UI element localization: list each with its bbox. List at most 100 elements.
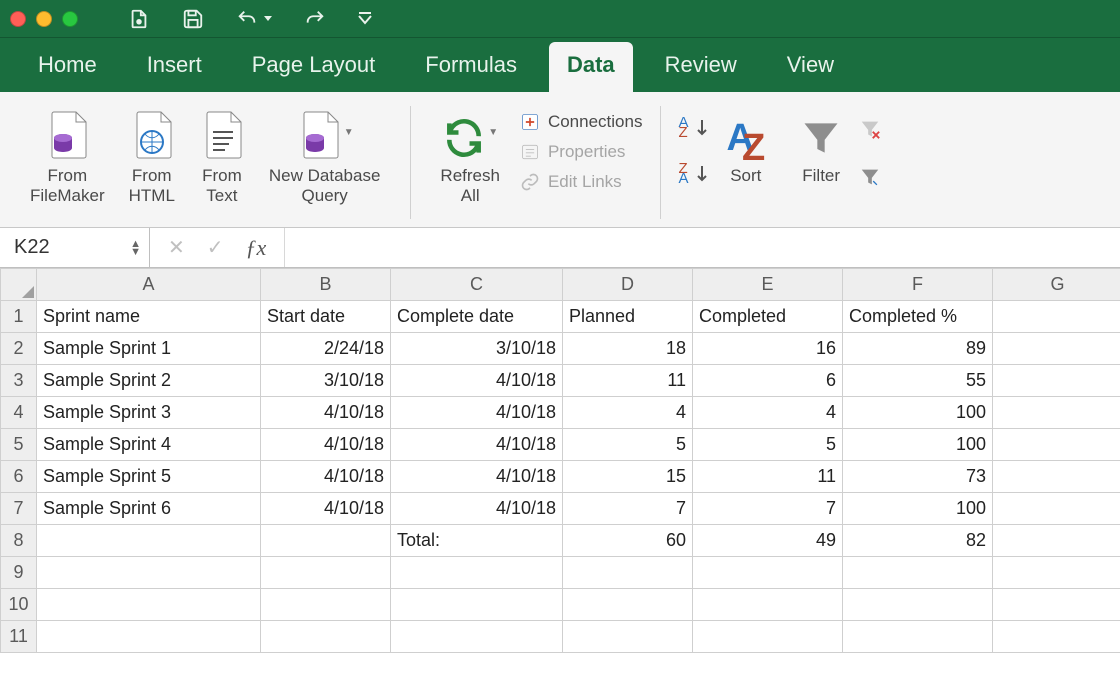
formula-input[interactable] — [284, 228, 1120, 267]
cell[interactable]: 5 — [693, 429, 843, 461]
cell[interactable] — [391, 557, 563, 589]
cell[interactable]: Completed % — [843, 301, 993, 333]
undo-button[interactable] — [236, 8, 272, 30]
cell[interactable] — [563, 557, 693, 589]
cell[interactable] — [261, 557, 391, 589]
window-close-button[interactable] — [10, 11, 26, 27]
new-database-query-button[interactable]: ▼ New DatabaseQuery — [257, 104, 393, 205]
cell[interactable]: 4/10/18 — [261, 493, 391, 525]
cell[interactable] — [37, 525, 261, 557]
cell[interactable] — [993, 493, 1120, 525]
cell[interactable]: 4 — [693, 397, 843, 429]
cell[interactable]: 7 — [563, 493, 693, 525]
cell[interactable]: 15 — [563, 461, 693, 493]
tab-home[interactable]: Home — [20, 42, 115, 92]
cell[interactable] — [993, 397, 1120, 429]
cell[interactable]: 49 — [693, 525, 843, 557]
row-header[interactable]: 5 — [1, 429, 37, 461]
col-header-A[interactable]: A — [37, 269, 261, 301]
cell[interactable] — [693, 557, 843, 589]
tab-data[interactable]: Data — [549, 42, 633, 92]
cell[interactable]: 73 — [843, 461, 993, 493]
cell[interactable]: Total: — [391, 525, 563, 557]
cell[interactable] — [37, 621, 261, 653]
cell[interactable]: 100 — [843, 429, 993, 461]
row-header[interactable]: 7 — [1, 493, 37, 525]
sort-desc-button[interactable]: ZA — [678, 164, 708, 184]
cell[interactable]: 4/10/18 — [261, 461, 391, 493]
cell[interactable]: 18 — [563, 333, 693, 365]
name-box-stepper[interactable]: ▲▼ — [130, 240, 141, 256]
cell[interactable] — [993, 365, 1120, 397]
cell[interactable] — [261, 621, 391, 653]
sort-button[interactable]: AZ Sort — [714, 104, 777, 186]
cell[interactable] — [563, 589, 693, 621]
row-header[interactable]: 9 — [1, 557, 37, 589]
col-header-C[interactable]: C — [391, 269, 563, 301]
cell[interactable]: 82 — [843, 525, 993, 557]
cell[interactable]: Sample Sprint 2 — [37, 365, 261, 397]
row-header[interactable]: 4 — [1, 397, 37, 429]
cell[interactable]: 4/10/18 — [391, 429, 563, 461]
tab-page-layout[interactable]: Page Layout — [234, 42, 394, 92]
cell[interactable] — [993, 333, 1120, 365]
cell[interactable] — [993, 557, 1120, 589]
cell[interactable] — [37, 557, 261, 589]
cell[interactable]: Sample Sprint 3 — [37, 397, 261, 429]
cell[interactable]: Sample Sprint 4 — [37, 429, 261, 461]
cell[interactable]: 89 — [843, 333, 993, 365]
tab-review[interactable]: Review — [647, 42, 755, 92]
cell[interactable]: 100 — [843, 493, 993, 525]
cell[interactable] — [993, 301, 1120, 333]
redo-button[interactable] — [304, 8, 326, 30]
dropdown-caret-icon[interactable] — [264, 15, 272, 23]
col-header-F[interactable]: F — [843, 269, 993, 301]
select-all-corner[interactable] — [1, 269, 37, 301]
window-zoom-button[interactable] — [62, 11, 78, 27]
cell[interactable]: 4/10/18 — [391, 461, 563, 493]
window-minimize-button[interactable] — [36, 11, 52, 27]
save-icon[interactable] — [182, 8, 204, 30]
from-text-button[interactable]: FromText — [187, 104, 257, 205]
cell[interactable] — [391, 589, 563, 621]
cell[interactable] — [993, 589, 1120, 621]
spreadsheet-grid[interactable]: A B C D E F G 1Sprint nameStart dateComp… — [0, 268, 1120, 653]
cell[interactable] — [993, 429, 1120, 461]
cell[interactable]: 6 — [693, 365, 843, 397]
cell[interactable]: 5 — [563, 429, 693, 461]
cell[interactable]: Sample Sprint 6 — [37, 493, 261, 525]
cell[interactable]: Sample Sprint 1 — [37, 333, 261, 365]
cell[interactable]: 4/10/18 — [391, 397, 563, 429]
cell[interactable]: 16 — [693, 333, 843, 365]
row-header[interactable]: 8 — [1, 525, 37, 557]
cell[interactable]: 60 — [563, 525, 693, 557]
from-filemaker-button[interactable]: FromFileMaker — [18, 104, 117, 205]
tab-insert[interactable]: Insert — [129, 42, 220, 92]
cell[interactable]: Completed — [693, 301, 843, 333]
row-header[interactable]: 11 — [1, 621, 37, 653]
cell[interactable]: 4/10/18 — [261, 429, 391, 461]
autosave-icon[interactable] — [128, 8, 150, 30]
cell[interactable]: 11 — [693, 461, 843, 493]
cell[interactable] — [391, 621, 563, 653]
tab-view[interactable]: View — [769, 42, 852, 92]
advanced-filter-button[interactable] — [859, 166, 881, 188]
cell[interactable]: 7 — [693, 493, 843, 525]
cell[interactable]: 3/10/18 — [261, 365, 391, 397]
cell[interactable]: Sample Sprint 5 — [37, 461, 261, 493]
refresh-all-button[interactable]: ▼ RefreshAll — [428, 104, 512, 205]
col-header-D[interactable]: D — [563, 269, 693, 301]
cell[interactable] — [843, 589, 993, 621]
cell[interactable]: 55 — [843, 365, 993, 397]
col-header-B[interactable]: B — [261, 269, 391, 301]
col-header-G[interactable]: G — [993, 269, 1120, 301]
cell[interactable]: 11 — [563, 365, 693, 397]
cell[interactable]: 4 — [563, 397, 693, 429]
dropdown-caret-icon[interactable]: ▼ — [344, 127, 354, 138]
col-header-E[interactable]: E — [693, 269, 843, 301]
cell[interactable] — [993, 621, 1120, 653]
cell[interactable]: Planned — [563, 301, 693, 333]
cell[interactable] — [693, 621, 843, 653]
row-header[interactable]: 1 — [1, 301, 37, 333]
connections-button[interactable]: Connections — [520, 112, 643, 132]
